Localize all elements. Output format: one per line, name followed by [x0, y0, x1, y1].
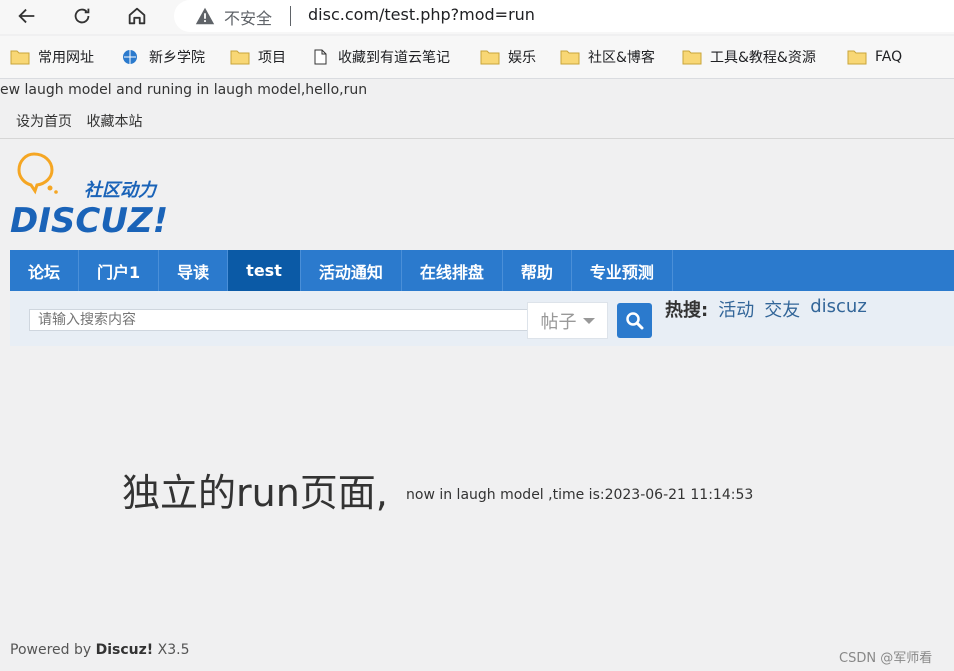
- main-nav: 论坛 门户1 导读 test 活动通知 在线排盘 帮助 专业预测: [10, 250, 954, 291]
- logo-en-text: DISCUZ!: [10, 201, 168, 238]
- chevron-down-icon: [582, 317, 595, 324]
- footer-brand[interactable]: Discuz!: [96, 642, 154, 658]
- hot-link-activity[interactable]: 活动: [718, 296, 754, 322]
- nav-item-forecast[interactable]: 专业预测: [572, 250, 673, 291]
- bookmark-label: 社区&博客: [588, 50, 655, 66]
- url-text[interactable]: disc.com/test.php?mod=run: [308, 5, 535, 24]
- nav-item-help[interactable]: 帮助: [503, 250, 572, 291]
- footer-prefix: Powered by: [10, 642, 92, 658]
- bookmark-label: 工具&教程&资源: [710, 50, 816, 66]
- bookmark-site-link[interactable]: 收藏本站: [86, 114, 142, 130]
- marquee-text: ew laugh model and runing in laugh model…: [0, 82, 368, 98]
- globe-icon: [123, 50, 137, 64]
- nav-item-events[interactable]: 活动通知: [301, 250, 402, 291]
- hot-link-discuz[interactable]: discuz: [810, 296, 867, 322]
- back-arrow-icon[interactable]: [15, 4, 39, 28]
- bookmark-entertainment[interactable]: 娱乐: [480, 45, 536, 69]
- search-input[interactable]: [29, 309, 536, 331]
- search-icon: [625, 311, 643, 329]
- hot-search: 热搜: 活动 交友 discuz: [665, 296, 867, 322]
- logo-cn-text: 社区动力: [84, 180, 158, 201]
- bookmark-community[interactable]: 社区&博客: [560, 45, 655, 69]
- folder-icon: [230, 50, 250, 65]
- time-text: now in laugh model ,time is:2023-06-21 1…: [406, 487, 754, 503]
- bookmark-label: 新乡学院: [149, 50, 205, 66]
- bookmark-tools[interactable]: 工具&教程&资源: [682, 45, 816, 69]
- divider: [0, 138, 954, 139]
- bookmark-label: 项目: [258, 50, 286, 66]
- top-links: 设为首页 收藏本站: [16, 111, 152, 131]
- search-type-label: 帖子: [540, 311, 577, 333]
- footer-version: X3.5: [157, 642, 190, 658]
- url-field[interactable]: [174, 0, 954, 32]
- hot-link-friends[interactable]: 交友: [764, 296, 800, 322]
- reload-icon[interactable]: [70, 4, 94, 28]
- search-button[interactable]: [617, 303, 652, 338]
- bookmark-projects[interactable]: 项目: [230, 45, 286, 69]
- nav-item-guide[interactable]: 导读: [159, 250, 229, 291]
- nav-item-forum[interactable]: 论坛: [10, 250, 80, 291]
- folder-icon: [10, 50, 30, 65]
- insecure-label[interactable]: 不安全: [224, 5, 272, 29]
- bookmark-xinxiang[interactable]: 新乡学院: [121, 45, 205, 69]
- bookmark-label: 娱乐: [508, 50, 536, 66]
- folder-icon: [682, 50, 702, 65]
- page-title: 独立的run页面,: [122, 471, 388, 515]
- watermark: CSDN @军师看: [839, 651, 933, 666]
- folder-icon: [480, 50, 500, 65]
- url-separator: [290, 6, 291, 26]
- bookmark-label: 收藏到有道云笔记: [338, 50, 450, 66]
- bookmark-faq[interactable]: FAQ: [847, 45, 902, 69]
- search-area: 帖子 热搜: 活动 交友 discuz: [10, 291, 954, 346]
- nav-item-portal[interactable]: 门户1: [79, 250, 160, 291]
- set-homepage-link[interactable]: 设为首页: [16, 114, 72, 130]
- warning-icon[interactable]: [194, 5, 216, 27]
- page-icon: [314, 49, 327, 65]
- discuz-logo[interactable]: 社区动力 DISCUZ!: [10, 150, 180, 238]
- address-bar-area: 不安全 disc.com/test.php?mod=run: [0, 0, 954, 34]
- nav-item-test[interactable]: test: [228, 250, 301, 291]
- bookmark-common-sites[interactable]: 常用网址: [10, 45, 94, 69]
- bookmark-label: 常用网址: [38, 50, 94, 66]
- footer: Powered by Discuz! X3.5: [10, 642, 189, 658]
- folder-icon: [560, 50, 580, 65]
- bookmark-youdao[interactable]: 收藏到有道云笔记: [310, 45, 450, 69]
- bookmark-label: FAQ: [875, 49, 903, 65]
- hot-search-label: 热搜:: [665, 300, 709, 321]
- bookmarks-bar: 常用网址 新乡学院 项目 收藏到有道云笔记 娱乐 社区&博客 工具&教程&资源 …: [0, 36, 954, 79]
- search-type-select[interactable]: 帖子: [527, 302, 608, 339]
- nav-item-online-chart[interactable]: 在线排盘: [402, 250, 503, 291]
- home-icon[interactable]: [125, 4, 149, 28]
- folder-icon: [847, 50, 867, 65]
